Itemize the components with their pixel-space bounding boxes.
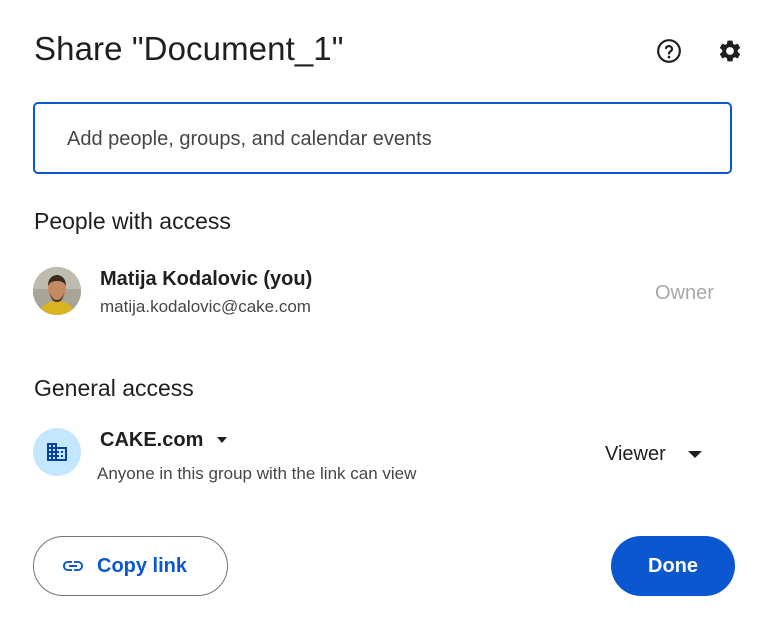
help-circle-icon xyxy=(657,39,681,63)
person-role: Owner xyxy=(655,282,714,304)
help-button[interactable] xyxy=(654,36,684,66)
role-label: Viewer xyxy=(605,442,666,465)
add-people-field[interactable] xyxy=(33,102,732,174)
settings-button[interactable] xyxy=(715,36,745,66)
copy-link-button[interactable]: Copy link xyxy=(33,536,228,596)
general-access-description: Anyone in this group with the link can v… xyxy=(97,464,417,483)
chevron-down-icon xyxy=(687,450,702,458)
chevron-down-icon xyxy=(217,437,228,443)
general-access-scope-dropdown[interactable]: CAKE.com xyxy=(100,427,228,453)
dialog-title: Share "Document_1" xyxy=(34,30,344,67)
share-dialog: Share "Document_1" People with access Ma… xyxy=(0,0,771,630)
people-with-access-heading: People with access xyxy=(34,208,231,234)
link-icon xyxy=(61,554,85,578)
general-access-heading: General access xyxy=(34,375,194,401)
general-access-role-dropdown[interactable]: Viewer xyxy=(605,440,702,468)
person-name: Matija Kodalovic (you) xyxy=(100,268,313,290)
gear-icon xyxy=(719,40,741,62)
done-button[interactable]: Done xyxy=(611,536,735,596)
person-email: matija.kodalovic@cake.com xyxy=(100,297,311,316)
org-icon-badge xyxy=(33,428,81,476)
add-people-input[interactable] xyxy=(65,104,709,174)
org-name: CAKE.com xyxy=(100,428,204,451)
copy-link-label: Copy link xyxy=(97,554,188,577)
building-icon xyxy=(47,443,67,461)
avatar xyxy=(33,267,81,315)
